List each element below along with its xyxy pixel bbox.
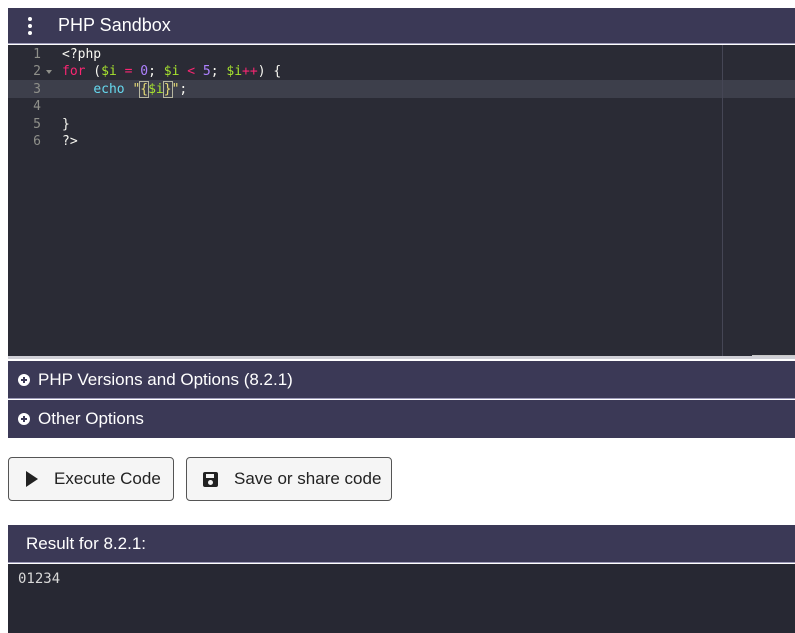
code-line[interactable]: echo "{$i}"; xyxy=(62,80,188,99)
editor-resize-handle[interactable] xyxy=(8,356,795,359)
result-output-text: 01234 xyxy=(18,571,61,587)
code-token: ; xyxy=(210,64,227,79)
code-token: echo xyxy=(93,81,125,97)
code-token: 5 xyxy=(202,64,211,79)
menu-icon[interactable] xyxy=(8,8,52,44)
other-options-accordion[interactable]: Other Options xyxy=(8,400,795,438)
code-token: ; xyxy=(179,81,188,97)
code-token: ?> xyxy=(62,134,78,149)
plus-circle-icon xyxy=(18,413,30,425)
code-line[interactable]: ?> xyxy=(62,133,78,151)
print-margin xyxy=(722,45,723,357)
line-number: 2 xyxy=(33,64,41,79)
code-token: $i xyxy=(148,81,164,97)
line-number: 6 xyxy=(33,134,41,149)
code-line[interactable]: } xyxy=(62,116,70,134)
code-token: } xyxy=(62,116,70,132)
code-token: { xyxy=(139,80,150,98)
result-output: 01234 xyxy=(8,564,795,633)
code-token: 0 xyxy=(140,64,149,79)
execute-code-button[interactable]: Execute Code xyxy=(8,457,174,501)
floppy-disk-icon xyxy=(203,471,218,487)
code-token: <?php xyxy=(62,46,102,62)
save-share-button[interactable]: Save or share code xyxy=(186,457,392,501)
code-token: ( xyxy=(85,64,102,79)
php-versions-accordion[interactable]: PHP Versions and Options (8.2.1) xyxy=(8,361,795,399)
line-number: 1 xyxy=(33,46,41,62)
execute-code-label: Execute Code xyxy=(54,469,161,488)
code-token: for xyxy=(62,64,86,79)
code-token: ; xyxy=(148,64,164,79)
php-versions-label: PHP Versions and Options (8.2.1) xyxy=(38,369,293,389)
fold-arrow-icon[interactable] xyxy=(46,70,52,74)
plus-circle-icon xyxy=(18,373,30,386)
code-token: $i xyxy=(226,64,243,79)
line-number: 5 xyxy=(33,116,41,132)
other-options-label: Other Options xyxy=(38,409,144,428)
result-title: Result for 8.2.1: xyxy=(26,533,147,553)
code-token: $i xyxy=(101,64,117,79)
code-token: ) { xyxy=(257,64,282,79)
code-line[interactable]: for ($i = 0; $i < 5; $i++) { xyxy=(62,63,281,81)
code-token: $i xyxy=(163,64,180,79)
code-token: < xyxy=(187,64,196,79)
line-number: 3 xyxy=(33,81,41,97)
play-icon xyxy=(26,471,38,487)
result-header: Result for 8.2.1: xyxy=(8,525,795,563)
app-header: PHP Sandbox xyxy=(8,8,795,44)
app-title: PHP Sandbox xyxy=(58,15,171,35)
save-share-label: Save or share code xyxy=(234,469,382,488)
code-editor[interactable]: 1 2 3 4 5 6 <?php for ($i = 0; $i < 5; $i++) {… xyxy=(8,45,795,357)
code-token: } xyxy=(162,80,173,98)
line-number: 4 xyxy=(33,99,41,114)
code-line[interactable]: <?php xyxy=(62,46,101,64)
code-token: ++ xyxy=(242,64,258,79)
